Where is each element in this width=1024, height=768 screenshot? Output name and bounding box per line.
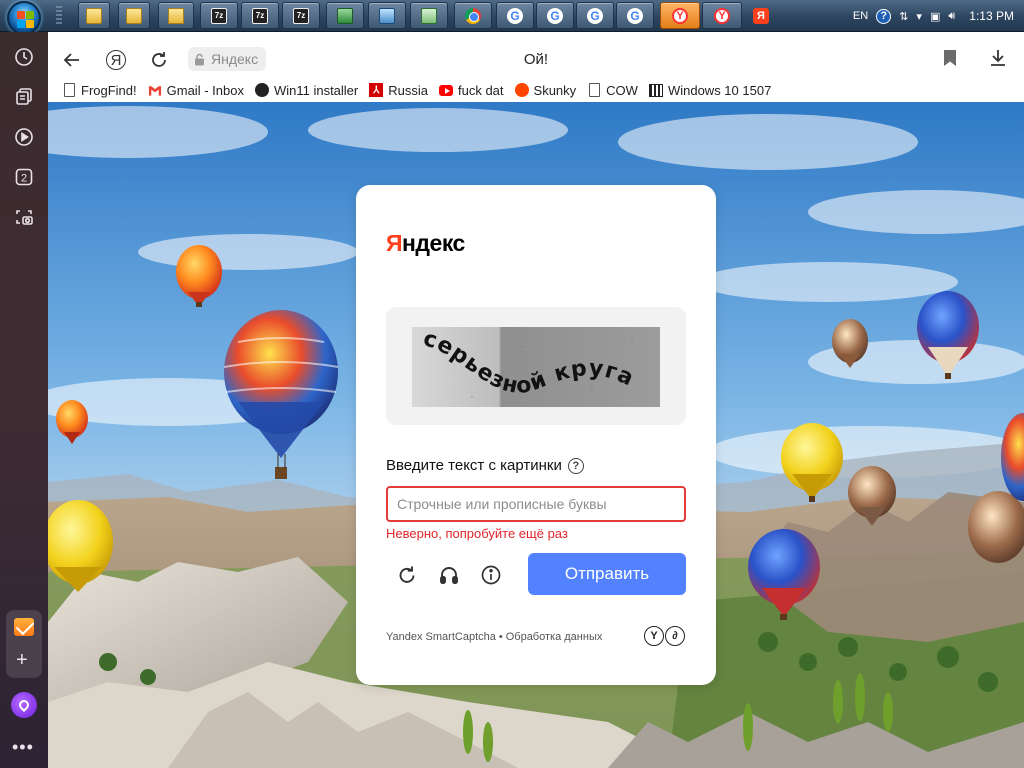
page-title: Ой! bbox=[523, 51, 549, 68]
taskbar-monitor[interactable] bbox=[368, 2, 406, 29]
app-icon bbox=[337, 7, 353, 24]
network-tray-icon[interactable]: ▣ bbox=[930, 10, 940, 23]
taskbar-yandex[interactable]: Я bbox=[744, 2, 778, 29]
screenshot-icon[interactable] bbox=[12, 205, 36, 229]
taskbar-google-1[interactable]: G bbox=[496, 2, 534, 29]
explorer-icon bbox=[168, 7, 184, 24]
volume-icon[interactable]: 🔊︎ bbox=[948, 10, 955, 23]
folder-icon bbox=[86, 7, 102, 24]
footer-brand[interactable]: Yandex SmartCaptcha bbox=[386, 631, 496, 643]
taskbar-7zip-2[interactable]: 7z bbox=[241, 2, 279, 29]
taskbar-chrome[interactable] bbox=[454, 2, 492, 29]
taskbar-google-4[interactable]: G bbox=[616, 2, 654, 29]
captcha-answer-input[interactable] bbox=[386, 486, 686, 522]
screen: 7z 7z 7z G G G G Y Y Я EN ? ⇅ ▾ ▣ 🔊︎ 1:1… bbox=[0, 0, 1024, 768]
audio-icon[interactable] bbox=[436, 562, 462, 588]
github-icon bbox=[254, 83, 269, 97]
play-icon[interactable] bbox=[12, 125, 36, 149]
bookmarks-bar: FrogFind! Gmail - Inbox Win11 installer … bbox=[62, 80, 782, 100]
reddit-icon bbox=[514, 83, 529, 97]
browser-sidebar: 2 + ••• bbox=[0, 32, 48, 768]
yandex-browser-icon: Y bbox=[672, 7, 688, 24]
captcha-card: Яндекс серьезной круга Введите текст с к… bbox=[356, 185, 716, 685]
bookmark-youtube[interactable]: fuck dat bbox=[439, 83, 504, 98]
document-icon bbox=[588, 83, 600, 97]
bookmark-windows-10[interactable]: Windows 10 1507 bbox=[648, 83, 771, 98]
help-icon[interactable]: ? bbox=[876, 8, 892, 24]
folder-icon bbox=[126, 7, 142, 24]
browser-toolbar: Я Яндекс Ой! FrogFind! Gmail - Inbox Win… bbox=[48, 32, 1024, 102]
footer-separator: • bbox=[498, 631, 503, 643]
bookmark-win11-installer[interactable]: Win11 installer bbox=[254, 83, 358, 98]
page-content: Яндекс серьезной круга Введите текст с к… bbox=[48, 102, 1024, 768]
windows-icon bbox=[648, 83, 663, 97]
address-bar: Я Яндекс Ой! bbox=[48, 42, 1024, 78]
network-icon bbox=[421, 7, 437, 24]
arrows-icon[interactable]: ⇅ bbox=[899, 10, 908, 23]
mail-icon[interactable] bbox=[14, 618, 34, 636]
bookmark-frogfind[interactable]: FrogFind! bbox=[62, 83, 137, 98]
google-icon: G bbox=[627, 7, 643, 24]
tabs-icon[interactable] bbox=[12, 85, 36, 109]
sidebar-apps-panel: + bbox=[6, 610, 42, 678]
smartcaptcha-logo: Y ∂ bbox=[644, 626, 685, 646]
7zip-icon: 7z bbox=[293, 7, 309, 24]
document-icon bbox=[63, 83, 75, 97]
bookmark-cow[interactable]: COW bbox=[587, 83, 638, 98]
taskbar: 7z 7z 7z G G G G Y Y Я EN ? ⇅ ▾ ▣ 🔊︎ 1:1… bbox=[0, 0, 1024, 35]
alice-assistant-icon[interactable] bbox=[11, 692, 37, 718]
info-icon[interactable] bbox=[478, 562, 504, 588]
bookmark-skunky[interactable]: Skunky bbox=[514, 83, 576, 98]
bookmark-gmail[interactable]: Gmail - Inbox bbox=[148, 83, 244, 98]
taskbar-yandex-browser-active[interactable]: Y bbox=[660, 2, 700, 29]
yandex-browser-icon: Y bbox=[714, 7, 730, 24]
taskbar-explorer[interactable] bbox=[158, 2, 194, 29]
tray-expand-icon[interactable]: ▾ bbox=[916, 10, 922, 23]
more-icon[interactable]: ••• bbox=[12, 737, 34, 758]
svg-text:2: 2 bbox=[21, 173, 27, 185]
taskbar-folder-2[interactable] bbox=[118, 2, 150, 29]
7zip-icon: 7z bbox=[211, 7, 227, 24]
taskbar-folder-1[interactable] bbox=[78, 2, 110, 29]
google-icon: G bbox=[547, 7, 563, 24]
submit-button[interactable]: Отправить bbox=[528, 553, 686, 595]
taskbar-7zip-1[interactable]: 7z bbox=[200, 2, 238, 29]
yandex-icon: Я bbox=[753, 7, 769, 24]
smartcaptcha-logo-swirl: ∂ bbox=[665, 626, 685, 646]
taskbar-yandex-browser[interactable]: Y bbox=[702, 2, 742, 29]
7zip-icon: 7z bbox=[252, 7, 268, 24]
monitor-icon bbox=[379, 7, 395, 24]
taskbar-google-2[interactable]: G bbox=[536, 2, 574, 29]
data-processing-link[interactable]: Обработка данных bbox=[506, 631, 603, 643]
captcha-prompt-label: Введите текст с картинки bbox=[386, 457, 562, 474]
taskbar-network[interactable] bbox=[410, 2, 448, 29]
captcha-footer: Yandex SmartCaptcha • Обработка данных bbox=[386, 631, 602, 643]
smartcaptcha-logo-y: Y bbox=[644, 626, 664, 646]
captcha-image: серьезной круга bbox=[412, 327, 660, 407]
yandex-logo: Яндекс bbox=[386, 230, 465, 256]
help-icon[interactable]: ? bbox=[567, 457, 584, 474]
google-icon: G bbox=[587, 7, 603, 24]
number-2-icon[interactable]: 2 bbox=[12, 165, 36, 189]
refresh-icon[interactable] bbox=[394, 562, 420, 588]
taskbar-google-3[interactable]: G bbox=[576, 2, 614, 29]
taskbar-app[interactable] bbox=[326, 2, 364, 29]
captcha-image-box: серьезной круга bbox=[386, 307, 686, 425]
gmail-icon bbox=[148, 83, 162, 97]
add-app-icon[interactable]: + bbox=[16, 650, 28, 670]
clock[interactable]: 1:13 PM bbox=[969, 9, 1014, 23]
chrome-icon bbox=[465, 7, 481, 24]
youtube-icon bbox=[439, 84, 453, 96]
bookmark-russia[interactable]: ⅄ Russia bbox=[369, 83, 428, 98]
system-tray: EN ? ⇅ ▾ ▣ 🔊︎ 1:13 PM bbox=[853, 0, 1024, 32]
flag-icon: ⅄ bbox=[369, 83, 384, 97]
download-icon[interactable] bbox=[988, 48, 1008, 68]
history-icon[interactable] bbox=[12, 45, 36, 69]
google-icon: G bbox=[507, 7, 523, 24]
start-button[interactable] bbox=[7, 1, 41, 35]
taskbar-7zip-3[interactable]: 7z bbox=[282, 2, 320, 29]
error-message: Неверно, попробуйте ещё раз bbox=[386, 526, 568, 541]
language-indicator[interactable]: EN bbox=[853, 10, 868, 22]
captcha-prompt: Введите текст с картинки ? bbox=[386, 457, 584, 474]
